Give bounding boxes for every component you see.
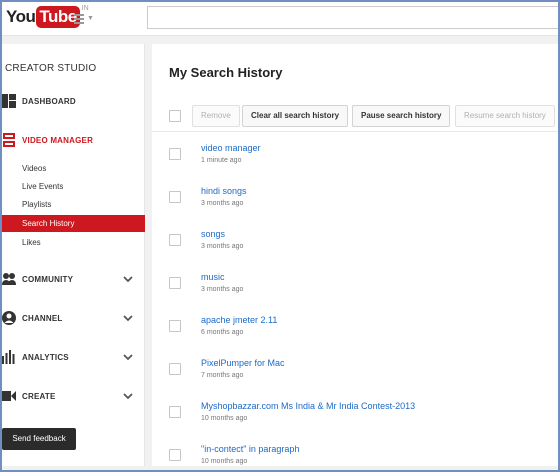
nav-analytics[interactable]: ANALYTICS [0, 346, 145, 368]
logo-you-text: You [6, 7, 36, 26]
history-item-checkbox[interactable] [169, 320, 181, 332]
history-item-checkbox[interactable] [169, 191, 181, 203]
sidebar-item-playlists[interactable]: Playlists [0, 196, 145, 213]
chevron-down-icon [123, 393, 133, 400]
list-item: hindi songs 3 months ago [152, 179, 560, 215]
remove-button[interactable]: Remove [192, 105, 240, 127]
nav-dashboard-label: DASHBOARD [22, 96, 76, 106]
chevron-down-icon [123, 276, 133, 283]
history-timestamp: 7 months ago [201, 372, 244, 379]
sidebar-item-live-events[interactable]: Live Events [0, 178, 145, 195]
nav-video-manager-label: VIDEO MANAGER [22, 135, 94, 145]
history-timestamp: 3 months ago [201, 200, 244, 207]
resume-history-button[interactable]: Resume search history [455, 105, 555, 127]
creator-studio-sidebar: CREATOR STUDIO DASHBOARD VIDEO MANAGER V… [0, 44, 145, 466]
nav-channel-label: CHANNEL [22, 313, 63, 323]
logo-region-label: IN [81, 5, 89, 12]
nav-create-label: CREATE [22, 391, 56, 401]
chevron-down-icon [123, 315, 133, 322]
history-timestamp: 1 minute ago [201, 157, 242, 164]
pause-history-button[interactable]: Pause search history [352, 105, 451, 127]
history-timestamp: 10 months ago [201, 458, 248, 465]
history-query-link[interactable]: PixelPumper for Mac [201, 358, 285, 368]
guide-menu-icon[interactable]: ▼ [74, 12, 96, 24]
chevron-down-icon [123, 354, 133, 361]
list-item: music 3 months ago [152, 265, 560, 301]
channel-icon [2, 311, 16, 325]
top-header: You Tube IN ▼ [0, 0, 560, 36]
history-item-checkbox[interactable] [169, 277, 181, 289]
nav-channel[interactable]: CHANNEL [0, 307, 145, 329]
history-timestamp: 6 months ago [201, 329, 244, 336]
sidebar-item-likes[interactable]: Likes [0, 234, 145, 251]
nav-community[interactable]: COMMUNITY [0, 268, 145, 290]
history-query-link[interactable]: songs [201, 229, 225, 239]
community-icon [2, 273, 16, 285]
clear-all-history-button[interactable]: Clear all search history [242, 105, 349, 127]
nav-video-manager[interactable]: VIDEO MANAGER [0, 129, 145, 151]
history-item-checkbox[interactable] [169, 406, 181, 418]
select-all-checkbox[interactable] [169, 110, 181, 122]
history-item-checkbox[interactable] [169, 234, 181, 246]
video-manager-icon [3, 133, 15, 147]
history-query-link[interactable]: Myshopbazzar.com Ms India & Mr India Con… [201, 401, 415, 411]
sidebar-item-videos[interactable]: Videos [0, 160, 145, 177]
history-query-link[interactable]: apache jmeter 2.11 [201, 315, 277, 325]
history-query-link[interactable]: music [201, 272, 225, 282]
nav-create[interactable]: CREATE [0, 385, 145, 407]
history-timestamp: 3 months ago [201, 243, 244, 250]
history-item-checkbox[interactable] [169, 363, 181, 375]
nav-dashboard[interactable]: DASHBOARD [0, 90, 145, 112]
search-input[interactable] [147, 6, 560, 29]
history-item-checkbox[interactable] [169, 148, 181, 160]
list-item: PixelPumper for Mac 7 months ago [152, 351, 560, 387]
history-item-checkbox[interactable] [169, 449, 181, 461]
sidebar-item-search-history[interactable]: Search History [0, 215, 145, 232]
history-query-link[interactable]: video manager [201, 143, 261, 153]
studio-title: CREATOR STUDIO [5, 63, 97, 74]
analytics-icon [2, 350, 15, 364]
history-toolbar: Remove Clear all search history Pause se… [152, 102, 560, 132]
history-query-link[interactable]: hindi songs [201, 186, 247, 196]
history-timestamp: 10 months ago [201, 415, 248, 422]
send-feedback-button[interactable]: Send feedback [2, 428, 76, 450]
history-timestamp: 3 months ago [201, 286, 244, 293]
main-content: My Search History Remove Clear all searc… [152, 44, 560, 466]
list-item: "in-contect" in paragraph 10 months ago [152, 437, 560, 472]
nav-analytics-label: ANALYTICS [22, 352, 69, 362]
create-camera-icon [2, 391, 16, 401]
list-item: apache jmeter 2.11 6 months ago [152, 308, 560, 344]
history-query-link[interactable]: "in-contect" in paragraph [201, 444, 299, 454]
list-item: video manager 1 minute ago [152, 136, 560, 172]
nav-community-label: COMMUNITY [22, 274, 74, 284]
list-item: songs 3 months ago [152, 222, 560, 258]
page-title: My Search History [169, 65, 283, 80]
dashboard-icon [2, 94, 16, 108]
list-item: Myshopbazzar.com Ms India & Mr India Con… [152, 394, 560, 430]
